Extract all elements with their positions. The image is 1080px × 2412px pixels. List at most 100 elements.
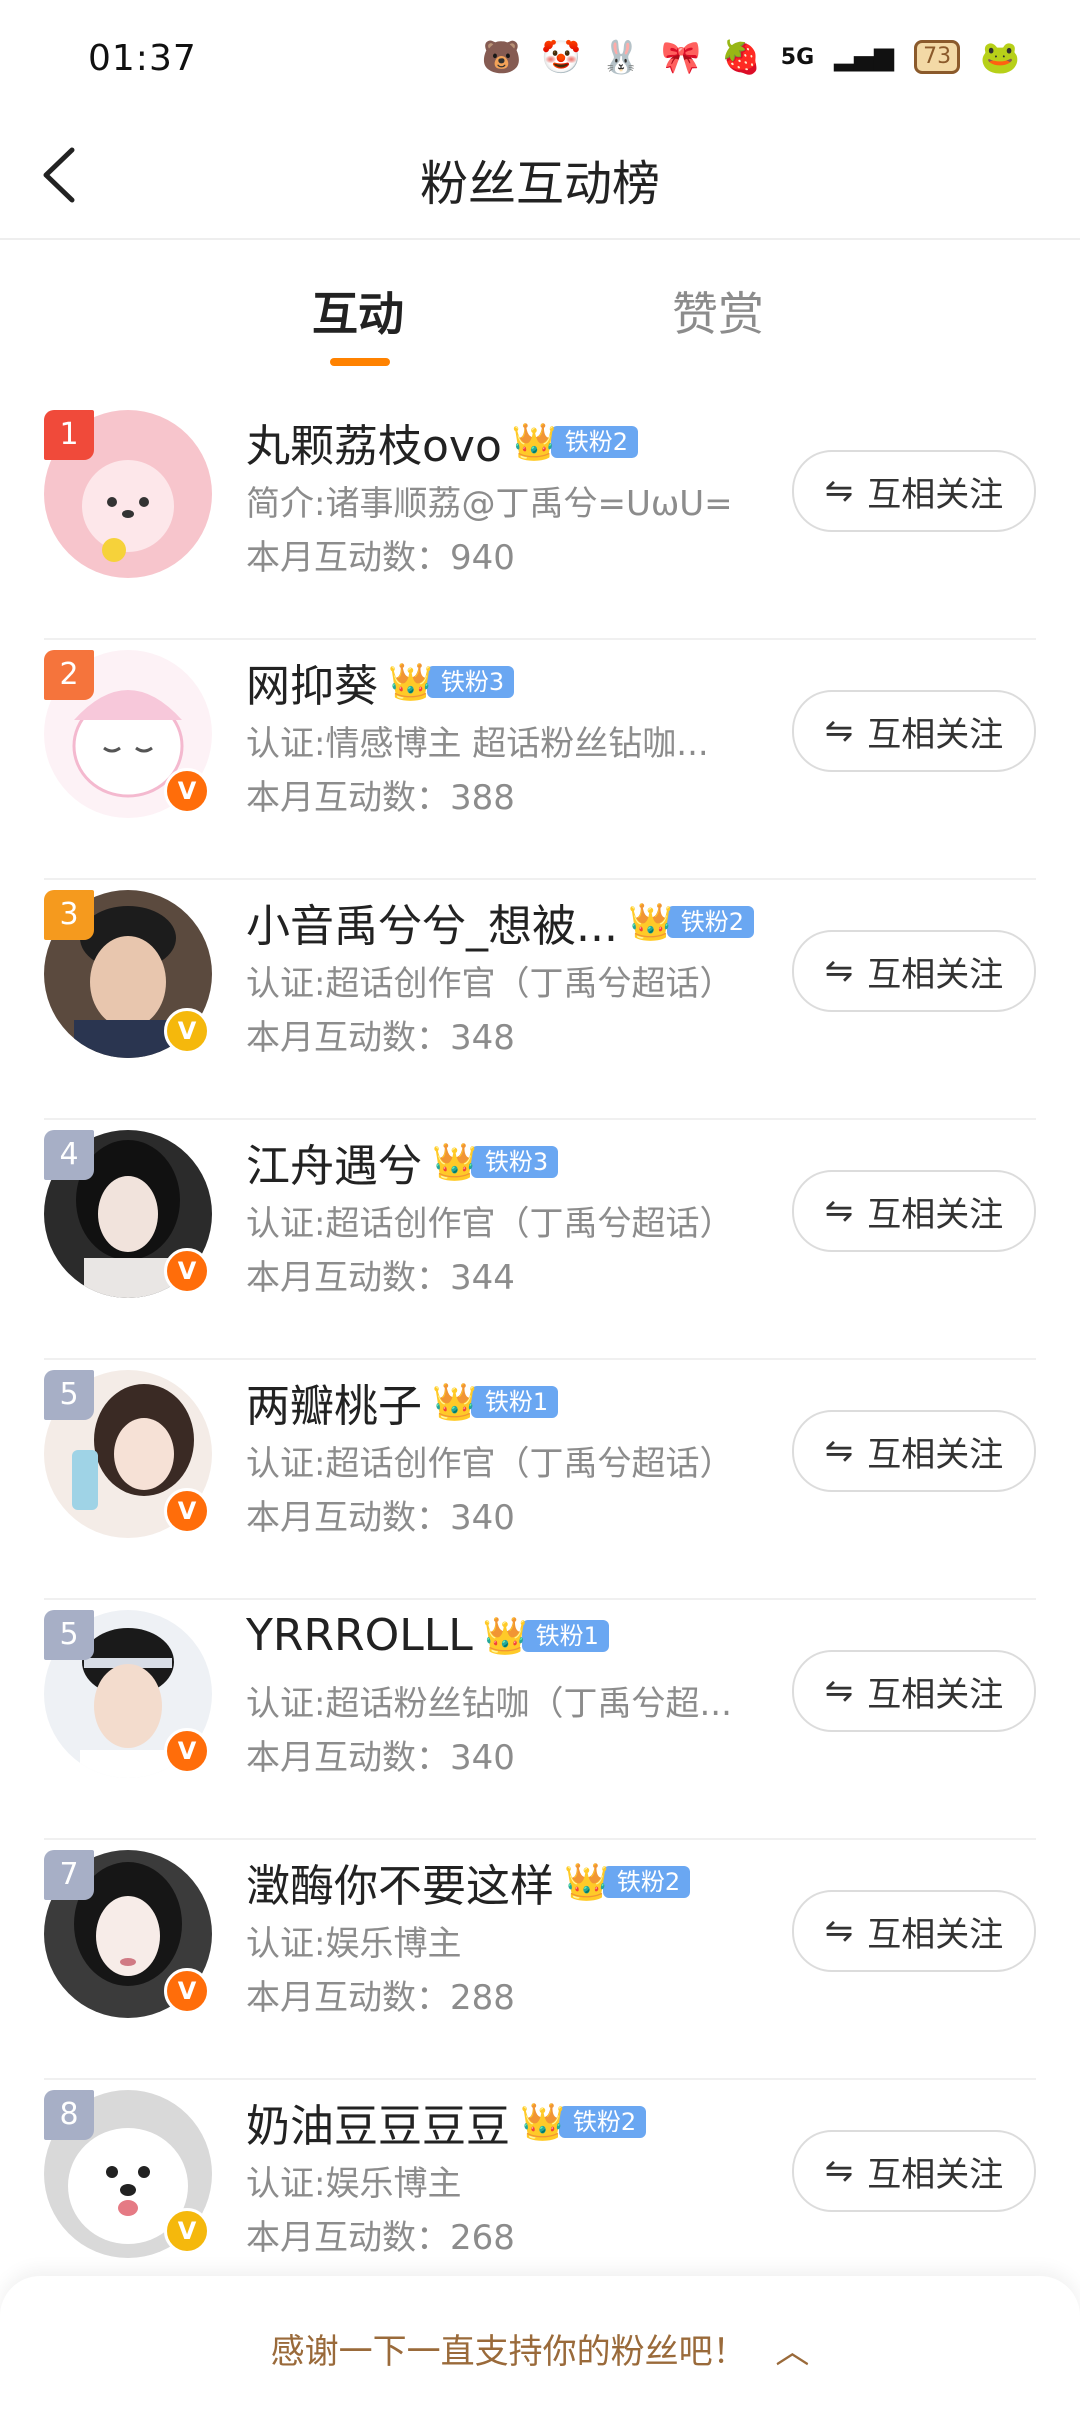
bottom-thank-bar[interactable]: 感谢一下一直支持你的粉丝吧！ ︿	[0, 2276, 1080, 2412]
follow-label: 互相关注	[867, 1434, 1004, 1475]
fan-level-label: 铁粉1	[521, 1619, 609, 1652]
swap-arrows-icon: ⇋	[824, 1911, 854, 1951]
network-label: 5G	[780, 44, 815, 70]
tab-reward[interactable]: 赞赏	[672, 278, 764, 344]
rank-badge: 3	[44, 890, 94, 940]
strawberry-icon: 🍓	[720, 38, 761, 76]
rank-badge: 2	[44, 650, 94, 700]
follow-label: 互相关注	[867, 1674, 1004, 1715]
swap-arrows-icon: ⇋	[824, 2151, 854, 2191]
interaction-count: 本月互动数：288	[246, 1978, 515, 2018]
swap-arrows-icon: ⇋	[824, 1191, 854, 1231]
fan-badge: 👑 铁粉2	[511, 422, 638, 463]
swap-arrows-icon: ⇋	[824, 1431, 854, 1471]
crown-icon: 👑	[564, 1862, 609, 1903]
name-line: 网抑葵 👑 铁粉3	[246, 650, 515, 714]
active-tab-indicator	[330, 358, 390, 366]
verified-badge-icon: V	[164, 1008, 210, 1054]
name-line: 奶油豆豆豆豆 👑 铁粉2	[246, 2090, 647, 2154]
crown-icon: 👑	[511, 422, 557, 463]
crown-icon: 👑	[520, 2102, 565, 2143]
username[interactable]: 丸颗荔枝ovo	[246, 410, 502, 474]
avatar-container: 1	[44, 410, 212, 578]
header: 粉丝互动榜	[0, 120, 1080, 240]
mutual-follow-button[interactable]: ⇋ 互相关注	[792, 450, 1036, 532]
user-description: 认证:娱乐博主	[246, 2164, 462, 2204]
mutual-follow-button[interactable]: ⇋ 互相关注	[792, 690, 1036, 772]
interaction-count: 本月互动数：940	[246, 538, 515, 578]
list-item[interactable]: 1 丸颗荔枝ovo 👑 铁粉2 简介:诸事顺荔@丁禹兮=ᑌωᑌ= 本月互动数：9…	[0, 400, 1080, 640]
rank-badge: 1	[44, 410, 94, 460]
user-description: 认证:超话粉丝钻咖（丁禹兮超...	[246, 1684, 732, 1724]
fan-level-label: 铁粉2	[666, 906, 755, 938]
fan-level-label: 铁粉3	[470, 1146, 559, 1178]
swap-arrows-icon: ⇋	[824, 1671, 854, 1711]
bear-icon: 🐻	[481, 38, 522, 76]
name-line: 小音禹兮兮_想被... 👑 铁粉2	[246, 890, 755, 954]
list-item[interactable]: 3 V 小音禹兮兮_想被... 👑 铁粉2 认证:超话创作官（丁禹兮超话） 本月…	[0, 880, 1080, 1120]
verified-badge-icon: V	[164, 768, 210, 814]
list-item[interactable]: 5 V 两瓣桃子 👑 铁粉1 认证:超话创作官（丁禹兮超话） 本月互动数：340…	[0, 1360, 1080, 1600]
fan-badge: 👑 铁粉1	[432, 1382, 559, 1423]
user-description: 认证:超话创作官（丁禹兮超话）	[246, 1204, 734, 1244]
avatar-container: 2 V	[44, 650, 212, 818]
rank-badge: 5	[44, 1610, 94, 1660]
list-item[interactable]: 5 V YRRROLLL 👑 铁粉1 认证:超话粉丝钻咖（丁禹兮超... 本月互…	[0, 1600, 1080, 1840]
follow-label: 互相关注	[867, 474, 1004, 515]
mutual-follow-button[interactable]: ⇋ 互相关注	[792, 1890, 1036, 1972]
interaction-count: 本月互动数：340	[246, 1498, 515, 1538]
username[interactable]: 两瓣桃子	[246, 1370, 422, 1434]
thank-fans-label: 感谢一下一直支持你的粉丝吧！	[270, 2332, 747, 2372]
rank-badge: 4	[44, 1130, 94, 1180]
username[interactable]: 小音禹兮兮_想被...	[246, 890, 618, 954]
follow-label: 互相关注	[867, 2154, 1004, 2195]
fan-ranking-list: 1 丸颗荔枝ovo 👑 铁粉2 简介:诸事顺荔@丁禹兮=ᑌωᑌ= 本月互动数：9…	[0, 400, 1080, 2320]
mutual-follow-button[interactable]: ⇋ 互相关注	[792, 1650, 1036, 1732]
interaction-count: 本月互动数：340	[246, 1738, 515, 1778]
swap-arrows-icon: ⇋	[824, 951, 854, 991]
fan-badge: 👑 铁粉3	[388, 662, 515, 703]
fan-badge: 👑 铁粉1	[482, 1615, 609, 1657]
mutual-follow-button[interactable]: ⇋ 互相关注	[792, 930, 1036, 1012]
frog-icon: 🐸	[980, 38, 1020, 76]
fan-level-label: 铁粉2	[550, 426, 638, 458]
mutual-follow-button[interactable]: ⇋ 互相关注	[792, 1170, 1036, 1252]
fan-badge: 👑 铁粉2	[564, 1862, 691, 1903]
crown-icon: 👑	[432, 1142, 477, 1183]
mutual-follow-button[interactable]: ⇋ 互相关注	[792, 2130, 1036, 2212]
fan-level-label: 铁粉3	[426, 666, 515, 698]
fan-badge: 👑 铁粉2	[628, 902, 755, 943]
username[interactable]: 澂酶你不要这样	[246, 1850, 554, 1914]
username[interactable]: 江舟遇兮	[246, 1130, 422, 1194]
tab-interaction[interactable]: 互动	[312, 278, 404, 344]
user-description: 简介:诸事顺荔@丁禹兮=ᑌωᑌ=	[246, 484, 733, 524]
rank-badge: 8	[44, 2090, 94, 2140]
tab-bar: 互动 赞赏	[0, 240, 1080, 380]
avatar-container: 5 V	[44, 1370, 212, 1538]
crown-icon: 👑	[482, 1615, 528, 1657]
list-item[interactable]: 4 V 江舟遇兮 👑 铁粉3 认证:超话创作官（丁禹兮超话） 本月互动数：344…	[0, 1120, 1080, 1360]
list-item[interactable]: 7 V 澂酶你不要这样 👑 铁粉2 认证:娱乐博主 本月互动数：288 ⇋ 互相…	[0, 1840, 1080, 2080]
fan-badge: 👑 铁粉3	[432, 1142, 559, 1183]
swap-arrows-icon: ⇋	[824, 471, 854, 511]
username[interactable]: YRRROLLL	[246, 1610, 473, 1661]
list-item[interactable]: 2 V 网抑葵 👑 铁粉3 认证:情感博主 超话粉丝钻咖... 本月互动数：38…	[0, 640, 1080, 880]
bow-icon: 🎀	[661, 38, 701, 76]
name-line: 丸颗荔枝ovo 👑 铁粉2	[246, 410, 638, 474]
thank-fans-prompt[interactable]: 感谢一下一直支持你的粉丝吧！ ︿	[0, 2324, 1080, 2373]
chevron-up-icon: ︿	[775, 2332, 810, 2372]
fan-level-label: 铁粉2	[602, 1866, 691, 1898]
battery-indicator: 73	[914, 40, 961, 74]
mutual-follow-button[interactable]: ⇋ 互相关注	[792, 1410, 1036, 1492]
verified-badge-icon: V	[164, 1728, 210, 1774]
crown-icon: 👑	[432, 1382, 477, 1423]
clown-icon: 🤡	[541, 38, 582, 76]
username[interactable]: 网抑葵	[246, 650, 378, 714]
verified-badge-icon: V	[164, 1248, 210, 1294]
user-description: 认证:情感博主 超话粉丝钻咖...	[246, 724, 709, 764]
follow-label: 互相关注	[867, 1914, 1004, 1955]
swap-arrows-icon: ⇋	[824, 711, 854, 751]
verified-badge-icon: V	[164, 1968, 210, 2014]
interaction-count: 本月互动数：348	[246, 1018, 515, 1058]
username[interactable]: 奶油豆豆豆豆	[246, 2090, 510, 2154]
